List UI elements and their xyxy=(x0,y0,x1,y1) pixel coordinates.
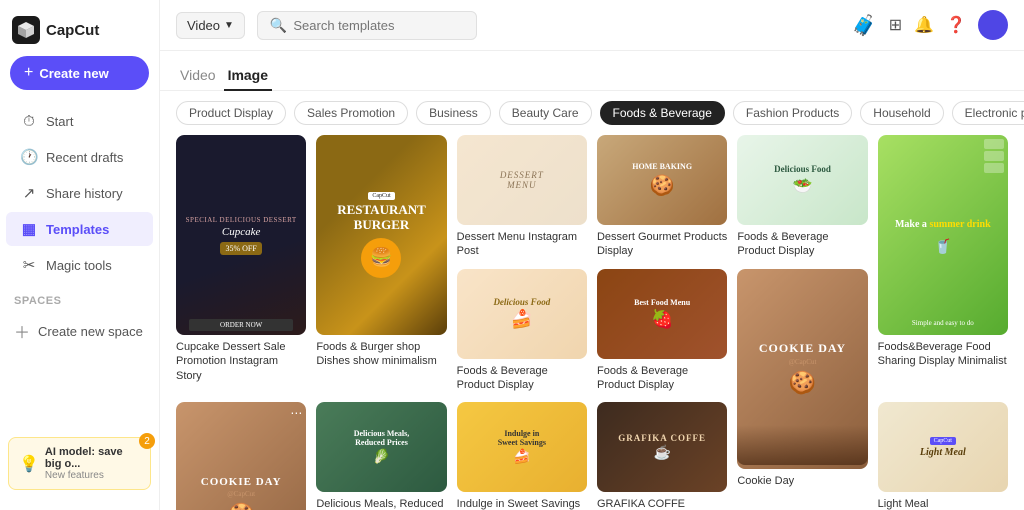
capcut-logo-icon xyxy=(12,16,40,44)
template-card-label: Cupcake Dessert Sale Promotion Instagram… xyxy=(176,340,306,383)
filter-row: Product Display Sales Promotion Business… xyxy=(160,91,1024,135)
start-icon: ⏱ xyxy=(20,113,38,130)
template-grid: SPECIAL DELICIOUS DESSERT Cupcake 35% OF… xyxy=(160,135,1024,510)
template-card-cookie-day-2[interactable]: Cookie Day @CapCut 🍪 ⋯ Cookie Day xyxy=(176,402,306,510)
template-card-cookie-day-1[interactable]: Cookie Day @CapCut 🍪 Cookie Day xyxy=(737,269,867,510)
template-card-meals-reduced[interactable]: Delicious Meals,Reduced Prices 🥬 Delicio… xyxy=(316,402,446,510)
chip-electronic-products[interactable]: Electronic products xyxy=(952,101,1024,125)
sidebar-item-start-label: Start xyxy=(46,114,73,129)
topbar-right: 🧳 ⊞ 🔔 ❓ xyxy=(852,10,1008,40)
sidebar: CapCut + Create new ⏱ Start 🕐 Recent dra… xyxy=(0,0,160,510)
user-avatar[interactable] xyxy=(978,10,1008,40)
recent-drafts-icon: 🕐 xyxy=(20,148,38,166)
template-card-sweet-savings[interactable]: Indulge inSweet Savings 🍰 Indulge in Swe… xyxy=(457,402,587,510)
notification-badge: 2 xyxy=(139,433,155,449)
grid: SPECIAL DELICIOUS DESSERT Cupcake 35% OF… xyxy=(176,135,1008,510)
ai-notification-subtitle: New features xyxy=(45,470,140,481)
search-icon: 🔍 xyxy=(270,17,287,34)
chevron-down-icon: ▼ xyxy=(224,20,234,31)
template-card-label: Indulge in Sweet Savings xyxy=(457,497,587,510)
tab-image[interactable]: Image xyxy=(224,61,272,91)
create-btn-label: Create new xyxy=(39,66,108,81)
templates-icon: ▦ xyxy=(20,220,38,238)
ai-notification-title: AI model: save big o... xyxy=(45,446,140,470)
template-card-label: Cookie Day xyxy=(737,474,867,488)
template-card-label: Foods & Burger shop Dishes show minimali… xyxy=(316,340,446,369)
chip-household[interactable]: Household xyxy=(860,101,943,125)
briefcase-icon[interactable]: 🧳 xyxy=(852,13,877,38)
plus-icon: + xyxy=(24,64,33,82)
logo: CapCut xyxy=(0,12,159,56)
magic-tools-icon: ✂ xyxy=(20,256,38,274)
sidebar-item-templates-label: Templates xyxy=(46,222,109,237)
template-card-summer[interactable]: Make a summer drink 🥤 Simple and easy to… xyxy=(878,135,1008,392)
sidebar-item-templates[interactable]: ▦ Templates xyxy=(6,212,153,246)
spaces-label: Spaces xyxy=(0,283,159,311)
create-space-icon: ＋ xyxy=(14,319,30,343)
template-card-label: Dessert Gourmet Products Display xyxy=(597,230,727,259)
sidebar-item-magic-tools[interactable]: ✂ Magic tools xyxy=(6,248,153,282)
template-card-dessert-menu[interactable]: DESSERTMENU Dessert Menu Instagram Post xyxy=(457,135,587,259)
template-card-label: Dessert Menu Instagram Post xyxy=(457,230,587,259)
chip-sales-promotion[interactable]: Sales Promotion xyxy=(294,101,408,125)
chip-beauty-care[interactable]: Beauty Care xyxy=(499,101,592,125)
template-card-label: Foods & Beverage Product Display xyxy=(597,364,727,393)
sidebar-item-start[interactable]: ⏱ Start xyxy=(6,105,153,138)
create-space-button[interactable]: ＋ Create new space xyxy=(0,311,159,351)
search-box: 🔍 xyxy=(257,11,477,40)
chip-business[interactable]: Business xyxy=(416,101,491,125)
sidebar-item-recent-drafts[interactable]: 🕐 Recent drafts xyxy=(6,140,153,174)
template-card-light-meal[interactable]: CapCut Light Meal Light Meal xyxy=(878,402,1008,510)
search-input[interactable] xyxy=(293,18,464,33)
template-card-cupcake[interactable]: SPECIAL DELICIOUS DESSERT Cupcake 35% OF… xyxy=(176,135,306,392)
template-card-dessert2[interactable]: Delicious Food 🍰 Foods & Beverage Produc… xyxy=(457,269,587,393)
tab-video[interactable]: Video xyxy=(176,61,220,91)
logo-text: CapCut xyxy=(46,22,99,39)
chip-fashion-products[interactable]: Fashion Products xyxy=(733,101,852,125)
layers-icon[interactable]: ⊞ xyxy=(889,15,902,35)
template-card-grafika-coffee[interactable]: GRAFIKA COFFE ☕ GRAFIKA COFFE xyxy=(597,402,727,510)
template-card-gourmet[interactable]: HOME BAKING 🍪 Dessert Gourmet Products D… xyxy=(597,135,727,259)
tabs: Video Image xyxy=(160,51,1024,91)
type-selector[interactable]: Video ▼ xyxy=(176,12,245,39)
sidebar-item-magic-tools-label: Magic tools xyxy=(46,258,112,273)
chip-product-display[interactable]: Product Display xyxy=(176,101,286,125)
template-card-food-green[interactable]: Delicious Food 🥗 Foods & Beverage Produc… xyxy=(737,135,867,259)
sidebar-item-recent-drafts-label: Recent drafts xyxy=(46,150,123,165)
topbar: Video ▼ 🔍 🧳 ⊞ 🔔 ❓ xyxy=(160,0,1024,51)
sidebar-item-share-history[interactable]: ↗ Share history xyxy=(6,176,153,210)
help-icon[interactable]: ❓ xyxy=(946,15,966,35)
template-card-label: GRAFIKA COFFE xyxy=(597,497,727,510)
template-card-label: Light Meal xyxy=(878,497,1008,510)
template-card-label: Foods&Beverage Food Sharing Display Mini… xyxy=(878,340,1008,369)
type-selector-label: Video xyxy=(187,18,220,33)
template-card-burger[interactable]: CapCut RESTAURANTBURGER 🍔 Foods & Burger… xyxy=(316,135,446,392)
template-card-raspberries[interactable]: Best Food Menu 🍓 Foods & Beverage Produc… xyxy=(597,269,727,393)
template-card-label: Delicious Meals, Reduced Prices xyxy=(316,497,446,510)
chip-foods-beverage[interactable]: Foods & Beverage xyxy=(600,101,725,125)
notification-icon[interactable]: 🔔 xyxy=(914,15,934,35)
create-space-label: Create new space xyxy=(38,324,143,339)
main-content: Video ▼ 🔍 🧳 ⊞ 🔔 ❓ Video Image Product Di… xyxy=(160,0,1024,510)
share-history-icon: ↗ xyxy=(20,184,38,202)
template-card-label: Foods & Beverage Product Display xyxy=(737,230,867,259)
ai-icon: 💡 xyxy=(19,454,39,474)
sidebar-item-share-history-label: Share history xyxy=(46,186,123,201)
template-card-label: Foods & Beverage Product Display xyxy=(457,364,587,393)
create-new-button[interactable]: + Create new xyxy=(10,56,149,90)
ai-notification[interactable]: 2 💡 AI model: save big o... New features xyxy=(8,437,151,490)
